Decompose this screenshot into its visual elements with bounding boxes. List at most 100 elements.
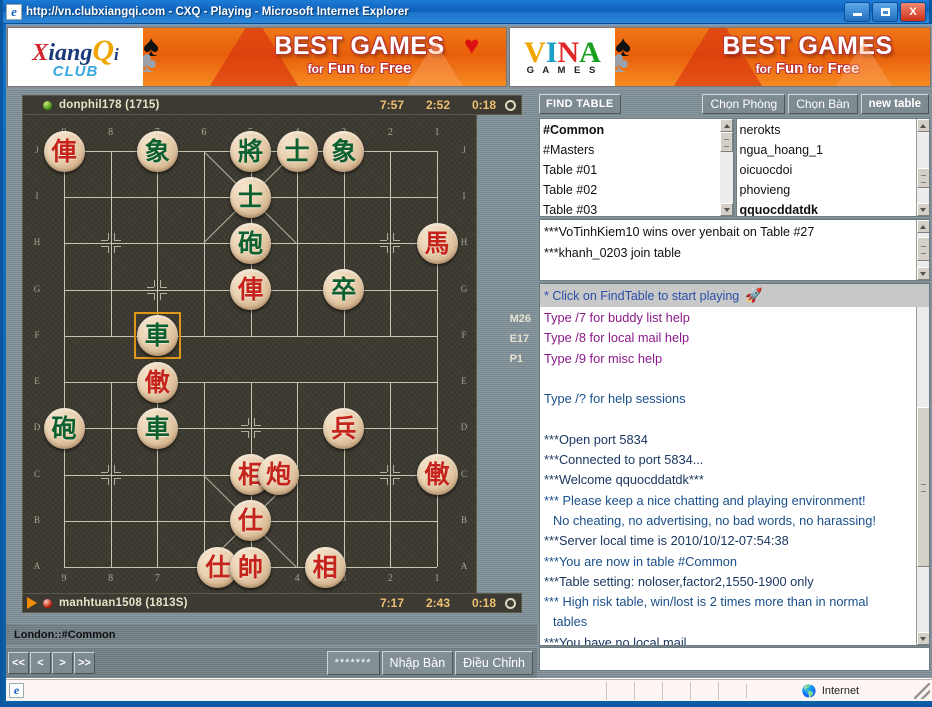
banner-xiangqi-club[interactable]: XiangQi CLUB ♠ ♣ ♥ BEST GAMES for	[7, 27, 507, 87]
user-list-item[interactable]: nerokts	[740, 120, 917, 140]
board-piece[interactable]: 僌	[416, 454, 458, 496]
banner-headline-2: BEST GAMES	[722, 32, 893, 60]
chat-scroll-down-button[interactable]	[916, 632, 929, 645]
notice-banner[interactable]: * Click on FindTable to start playing 🚀	[539, 283, 930, 307]
table-list-item[interactable]: Table #01	[543, 160, 720, 180]
user-scroll-up-button[interactable]	[916, 119, 930, 132]
board-piece[interactable]: 士	[230, 176, 271, 218]
board-piece[interactable]: 砲	[43, 407, 85, 449]
top-player-name: donphil178 (1715)	[59, 99, 160, 111]
chat-scroll-thumb[interactable]	[916, 407, 929, 567]
chat-input[interactable]	[539, 647, 930, 671]
new-table-button[interactable]: new table	[860, 94, 929, 114]
chon-ban-button[interactable]: Chọn Bàn	[788, 94, 858, 114]
ad-banner-row: XiangQi CLUB ♠ ♣ ♥ BEST GAMES for	[6, 25, 932, 89]
user-list-item[interactable]: oicuocdoi	[740, 160, 917, 180]
banner-vina-games[interactable]: VINA G A M E S ♠ ♣ BEST GAMES for Fun fo…	[509, 27, 931, 87]
user-list-scrollbar[interactable]	[916, 119, 930, 216]
sub-for-2: for	[359, 62, 376, 76]
board-piece[interactable]: 俥	[43, 130, 85, 172]
chat-line: ***Table setting: noloser,factor2,1550-1…	[544, 573, 814, 589]
board-marker	[100, 477, 108, 479]
table-list-items[interactable]: #Common #Masters Table #01 Table #02 Table #…	[540, 119, 720, 216]
board-file-label-bottom: 7	[154, 573, 160, 584]
board-piece[interactable]: 仕	[230, 500, 271, 542]
table-list-scrollbar[interactable]	[719, 119, 733, 216]
msg-scroll-track[interactable]	[916, 233, 929, 267]
table-scroll-up-button[interactable]	[720, 119, 733, 132]
board-marker	[100, 246, 108, 248]
user-scroll-thumb[interactable]	[916, 168, 930, 188]
dieu-chinh-button[interactable]: Điều Chỉnh	[455, 651, 533, 675]
msg-scroll-up-button[interactable]	[916, 220, 929, 233]
nav-prev-button[interactable]: <	[30, 652, 51, 674]
maximize-button[interactable]	[872, 1, 898, 22]
table-list-item[interactable]: Table #02	[543, 180, 720, 200]
board-piece[interactable]: 帥	[230, 546, 271, 588]
board-marker	[113, 240, 121, 242]
user-list-item[interactable]: ngua_hoang_1	[740, 140, 917, 160]
user-list-item[interactable]: phovieng	[740, 180, 917, 200]
chat-scroll-track[interactable]	[916, 297, 929, 632]
board-piece[interactable]: 炮	[257, 454, 299, 496]
board-piece[interactable]: 兵	[323, 407, 365, 449]
msg-scroll-thumb[interactable]	[916, 237, 929, 261]
close-button[interactable]: X	[900, 1, 926, 22]
board-file-label-top: 2	[387, 127, 393, 138]
table-scroll-down-button[interactable]	[720, 203, 733, 216]
find-table-button[interactable]: FIND TABLE	[539, 94, 621, 114]
table-list[interactable]: #Common #Masters Table #01 Table #02 Table #…	[539, 118, 734, 217]
top-player-time-move: 2:52	[425, 98, 450, 112]
board-piece[interactable]: 象	[323, 130, 365, 172]
board-file-label-top: 1	[434, 127, 440, 138]
board-piece[interactable]: 士	[276, 130, 318, 172]
password-button[interactable]: *******	[326, 651, 380, 675]
nav-last-button[interactable]: >>	[74, 652, 95, 674]
board-piece[interactable]: 馬	[416, 222, 458, 264]
security-zone: 🌎 Internet	[746, 683, 914, 698]
sub-free-b: Free	[827, 60, 860, 77]
board-marker	[107, 464, 109, 472]
chat-scrollbar[interactable]	[916, 284, 929, 645]
lobby-toolbar: FIND TABLE Chọn Phòng Chọn Bàn new table	[537, 91, 932, 117]
table-scroll-thumb[interactable]	[720, 132, 733, 152]
game-board[interactable]: 987654321987654321JJIIHHGGFFEEDDCCBBAA俥象…	[22, 115, 477, 593]
chat-log-box[interactable]: Type /7 for buddy list help Type /8 for l…	[539, 283, 930, 646]
board-piece[interactable]: 車	[136, 315, 178, 357]
board-piece[interactable]: 將	[230, 130, 271, 172]
board-rank-label-left: E	[34, 376, 40, 387]
nhap-ban-button[interactable]: Nhập Bàn	[381, 651, 454, 675]
table-scroll-track[interactable]	[720, 132, 733, 203]
board-piece[interactable]: 僌	[136, 361, 178, 403]
board-piece[interactable]: 車	[136, 407, 178, 449]
status-cell-3	[662, 681, 690, 700]
board-piece[interactable]: 砲	[230, 222, 271, 264]
user-scroll-track[interactable]	[916, 132, 930, 203]
user-list-item[interactable]: qquocddatdk	[740, 200, 917, 216]
user-scroll-down-button[interactable]	[916, 203, 930, 216]
nav-first-button[interactable]: <<	[8, 652, 29, 674]
board-piece[interactable]: 俥	[230, 269, 271, 311]
board-marker	[253, 425, 261, 427]
user-list[interactable]: nerokts ngua_hoang_1 oicuocdoi phovieng qquo…	[735, 118, 930, 217]
bottom-player-name: manhtuan1508 (1813S)	[59, 597, 188, 609]
board-marker	[107, 233, 109, 241]
board-piece[interactable]: 卒	[323, 269, 365, 311]
user-list-items[interactable]: nerokts ngua_hoang_1 oicuocdoi phovieng qquo…	[737, 119, 917, 216]
board-rank-label-right: A	[460, 561, 468, 571]
table-list-item[interactable]: Table #03	[543, 200, 720, 216]
table-list-item[interactable]: #Common	[543, 120, 720, 140]
nav-next-button[interactable]: >	[52, 652, 73, 674]
system-message-box[interactable]: ***VoTinhKiem10 wins over yenbait on Tab…	[539, 219, 930, 281]
msg-scroll-down-button[interactable]	[916, 267, 929, 280]
resize-grip[interactable]	[914, 682, 930, 699]
board-piece[interactable]: 象	[136, 130, 178, 172]
close-icon: X	[909, 5, 917, 18]
lobby-pane: FIND TABLE Chọn Phòng Chọn Bàn new table…	[537, 89, 932, 678]
system-message-items: ***VoTinhKiem10 wins over yenbait on Tab…	[540, 220, 916, 280]
minimize-button[interactable]	[844, 1, 870, 22]
chon-phong-button[interactable]: Chọn Phòng	[702, 94, 786, 114]
table-list-item[interactable]: #Masters	[543, 140, 720, 160]
message-scrollbar[interactable]	[916, 220, 929, 280]
board-piece[interactable]: 相	[304, 546, 346, 588]
